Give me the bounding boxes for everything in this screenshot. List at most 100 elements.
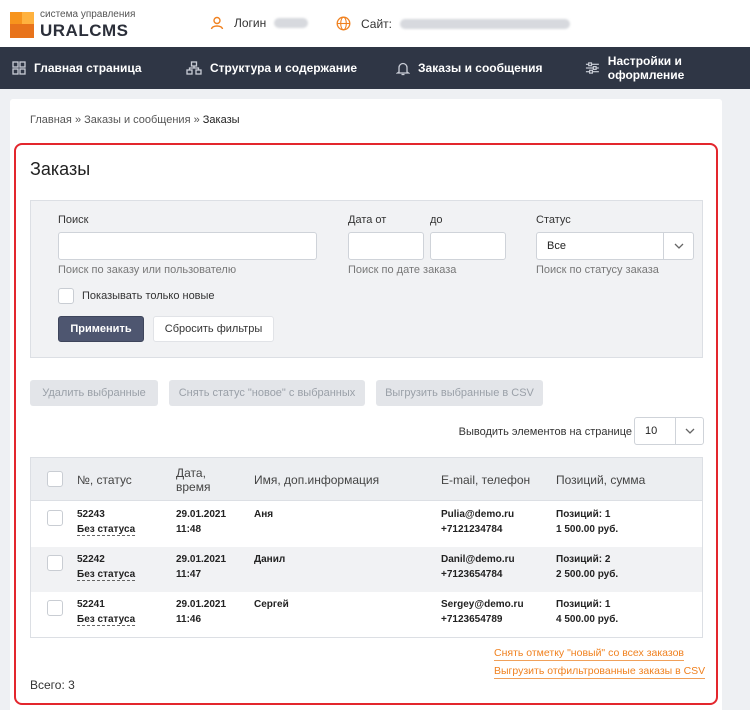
order-items-sum: Позиций: 1 4 500.00 руб. [556, 597, 618, 627]
customer-phone: +7123654784 [441, 569, 503, 580]
content-card: Главная » Заказы и сообщения » Заказы За… [10, 99, 722, 710]
delete-selected-button[interactable]: Удалить выбранные [30, 380, 158, 406]
status-select-value: Все [547, 240, 566, 252]
order-items: Позиций: 2 [556, 554, 611, 565]
customer-phone: +7123654789 [441, 614, 503, 625]
order-date: 29.01.2021 [176, 599, 227, 610]
nav-item-home[interactable]: Главная страница [12, 47, 142, 89]
table-row[interactable]: 52243 Без статуса 29.01.2021 11:48 Аня P… [31, 502, 702, 547]
customer-contact: Pulia@demo.ru +7121234784 [441, 507, 514, 537]
site-value-blurred [400, 18, 571, 29]
apply-button[interactable]: Применить [58, 316, 144, 342]
only-new-label: Показывать только новые [82, 290, 215, 302]
login-label: Логин [234, 16, 267, 30]
order-time: 11:46 [176, 614, 202, 625]
main-nav: Главная страница Структура и содержание … [0, 47, 750, 89]
user-icon [210, 16, 224, 30]
login-info[interactable]: Логин [210, 16, 309, 30]
sliders-icon [585, 62, 599, 74]
unset-new-button[interactable]: Снять статус "новое" с выбранных [169, 380, 365, 406]
col-num-status[interactable]: №, статус [77, 473, 132, 487]
date-from-input[interactable] [348, 232, 424, 260]
nav-item-orders[interactable]: Заказы и сообщения [396, 47, 542, 89]
order-number: 52242 [77, 554, 105, 565]
order-sum: 1 500.00 руб. [556, 524, 619, 535]
customer-contact: Danil@demo.ru +7123654784 [441, 552, 515, 582]
date-to-input[interactable] [430, 232, 506, 260]
select-all-checkbox[interactable] [47, 471, 63, 487]
customer-name: Сергей [254, 599, 289, 610]
orders-table: №, статус Дата, время Имя, доп.информаци… [30, 457, 703, 638]
bell-icon [396, 62, 410, 75]
customer-phone: +7121234784 [441, 524, 503, 535]
table-row[interactable]: 52241 Без статуса 29.01.2021 11:46 Серге… [31, 592, 702, 637]
logo-mark-icon [10, 11, 34, 38]
site-label: Сайт: [361, 16, 393, 31]
col-date[interactable]: Дата, время [176, 466, 210, 494]
page-title: Заказы [30, 159, 91, 179]
top-header: система управления URALCMS Логин Сайт: [0, 0, 750, 47]
nav-item-structure[interactable]: Структура и содержание [186, 47, 357, 89]
col-contact[interactable]: E-mail, телефон [441, 473, 530, 487]
search-label: Поиск [58, 214, 89, 226]
order-datetime: 29.01.2021 11:47 [176, 552, 226, 582]
order-num-status[interactable]: 52241 Без статуса [77, 597, 136, 627]
order-items-sum: Позиций: 1 1 500.00 руб. [556, 507, 618, 537]
order-status[interactable]: Без статуса [77, 524, 136, 536]
site-info[interactable]: Сайт: [336, 16, 571, 31]
row-checkbox[interactable] [47, 555, 63, 571]
status-select[interactable]: Все [536, 232, 694, 260]
nav-item-settings[interactable]: Настройки и оформление [585, 47, 750, 89]
breadcrumb: Главная » Заказы и сообщения » Заказы [30, 114, 240, 126]
filter-panel: Поиск Поиск по заказу или пользователю Д… [30, 200, 703, 358]
order-status[interactable]: Без статуса [77, 614, 136, 626]
date-from-label: Дата от [348, 214, 387, 226]
only-new-checkbox[interactable] [58, 288, 74, 304]
order-num-status[interactable]: 52242 Без статуса [77, 552, 136, 582]
customer-name: Данил [254, 554, 286, 565]
order-sum: 4 500.00 руб. [556, 614, 619, 625]
order-items: Позиций: 1 [556, 509, 611, 520]
breadcrumb-home[interactable]: Главная [30, 114, 72, 126]
per-page-value: 10 [645, 425, 658, 437]
nav-item-label: Заказы и сообщения [418, 61, 543, 75]
order-number: 52243 [77, 509, 105, 520]
customer-email: Sergey@demo.ru [441, 599, 524, 610]
breadcrumb-section[interactable]: Заказы и сообщения [84, 114, 190, 126]
customer-email: Pulia@demo.ru [441, 509, 515, 520]
order-datetime: 29.01.2021 11:48 [176, 507, 226, 537]
nav-item-label: Главная страница [34, 61, 142, 75]
export-filtered-csv-link[interactable]: Выгрузить отфильтрованные заказы в CSV [494, 665, 706, 679]
order-date: 29.01.2021 [176, 509, 227, 520]
col-name[interactable]: Имя, доп.информация [254, 473, 379, 487]
unmark-all-new-link[interactable]: Снять отметку "новый" со всех заказов [494, 647, 685, 661]
logo-title: URALCMS [40, 21, 129, 40]
search-input[interactable] [58, 232, 317, 260]
breadcrumb-separator: » [74, 114, 82, 126]
order-date: 29.01.2021 [176, 554, 227, 565]
customer-contact: Sergey@demo.ru +7123654789 [441, 597, 524, 627]
table-row[interactable]: 52242 Без статуса 29.01.2021 11:47 Данил… [31, 547, 702, 592]
col-date-line2: время [176, 480, 211, 494]
order-datetime: 29.01.2021 11:46 [176, 597, 226, 627]
col-items-sum[interactable]: Позиций, сумма [556, 473, 645, 487]
breadcrumb-separator: » [193, 114, 200, 126]
total-count: Всего: 3 [30, 678, 75, 692]
login-value-blurred [274, 18, 309, 28]
date-hint: Поиск по дате заказа [348, 264, 457, 276]
row-checkbox[interactable] [47, 600, 63, 616]
per-page-select[interactable]: 10 [634, 417, 704, 445]
order-status[interactable]: Без статуса [77, 569, 136, 581]
export-selected-button[interactable]: Выгрузить выбранные в CSV [376, 380, 543, 406]
status-label: Статус [536, 214, 571, 226]
logo[interactable]: система управления URALCMS [10, 10, 135, 39]
customer-email: Danil@demo.ru [441, 554, 515, 565]
logo-subtitle: система управления [40, 9, 136, 20]
per-page-label: Выводить элементов на странице [458, 426, 632, 438]
order-num-status[interactable]: 52243 Без статуса [77, 507, 136, 537]
row-checkbox[interactable] [47, 510, 63, 526]
search-hint: Поиск по заказу или пользователю [58, 264, 237, 276]
date-to-label: до [430, 214, 443, 226]
order-number: 52241 [77, 599, 105, 610]
reset-filters-button[interactable]: Сбросить фильтры [153, 316, 274, 342]
